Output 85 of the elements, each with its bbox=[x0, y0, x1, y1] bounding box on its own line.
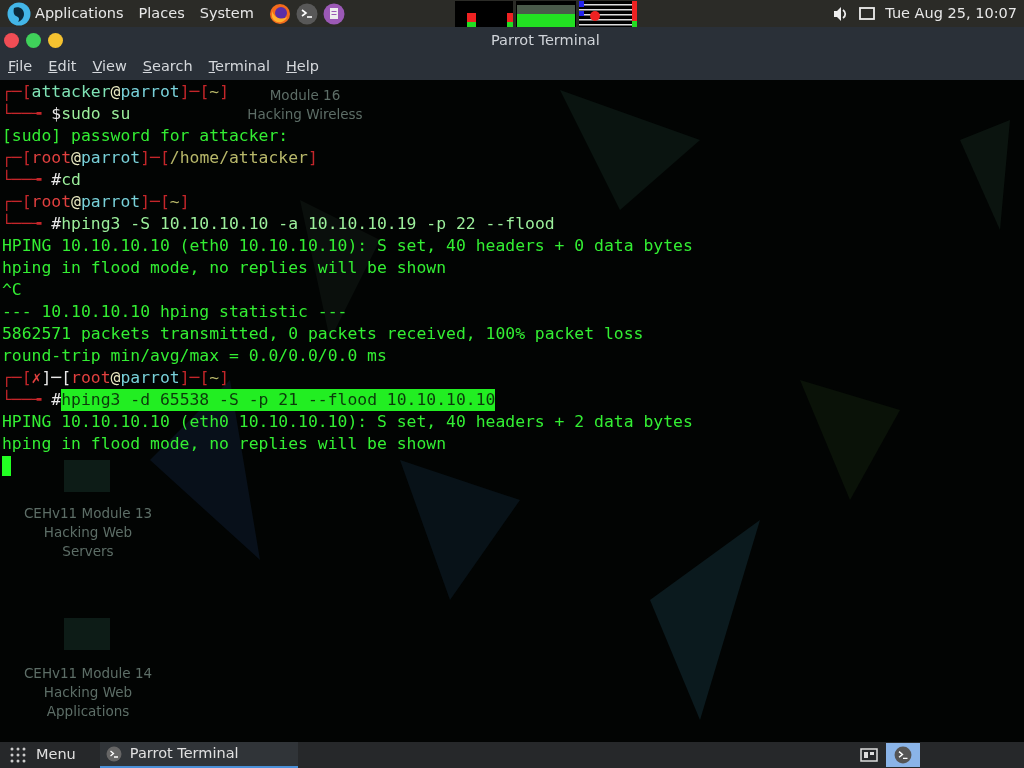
prompt-at: @ bbox=[110, 367, 121, 389]
output-line: HPING 10.10.10.10 (eth0 10.10.10.10): S set, 40 headers + 2 data bytes bbox=[2, 412, 693, 431]
prompt-frame: ] bbox=[219, 81, 229, 103]
task-button[interactable]: Parrot Terminal bbox=[99, 742, 298, 768]
prompt-frame: ] bbox=[219, 367, 230, 389]
app-grid-icon bbox=[10, 747, 26, 763]
output-line: hping in flood mode, no replies will be shown bbox=[2, 434, 447, 453]
prompt-frame: └──╼ bbox=[2, 169, 52, 191]
prompt-frame: ]─[ bbox=[179, 367, 210, 389]
memory-graph-icon bbox=[515, 0, 576, 27]
error-mark: ✗ bbox=[31, 367, 42, 389]
terminal-launcher[interactable] bbox=[886, 743, 920, 767]
output-line: HPING 10.10.10.10 (eth0 10.10.10.10): S set, 40 headers + 0 data bytes bbox=[2, 236, 693, 255]
command-text: cd bbox=[61, 169, 81, 191]
clock[interactable]: Tue Aug 25, 10:07 bbox=[885, 2, 1017, 25]
desktop-icon-label[interactable]: CEHv11 Module 14 Hacking Web Applications bbox=[18, 664, 158, 721]
prompt-path: ~ bbox=[209, 81, 220, 103]
output-line: 5862571 packets transmitted, 0 packets received, 100% packet loss bbox=[2, 324, 644, 343]
cursor bbox=[2, 456, 11, 476]
desktop-icon-label[interactable]: CEHv11 Module 13 Hacking Web Servers bbox=[18, 504, 158, 561]
prompt-frame: ┌─[ bbox=[2, 191, 32, 213]
prompt-path: ~ bbox=[169, 191, 180, 213]
prompt-frame: └──╼ bbox=[2, 213, 52, 235]
prompt-user: root bbox=[31, 147, 72, 169]
workspace-icon[interactable] bbox=[860, 747, 878, 763]
prompt-user: root bbox=[31, 191, 72, 213]
prompt-frame: ┌─[ bbox=[2, 367, 32, 389]
menu-item[interactable]: Edit bbox=[48, 56, 77, 78]
close-button[interactable] bbox=[4, 33, 19, 48]
display-icon[interactable] bbox=[859, 6, 876, 21]
text-editor-icon[interactable] bbox=[322, 2, 345, 25]
output-line: [sudo] password for attacker: bbox=[2, 126, 289, 145]
prompt-host: parrot bbox=[120, 367, 180, 389]
output-line: hping in flood mode, no replies will be shown bbox=[2, 258, 447, 277]
prompt-frame: └──╼ bbox=[2, 389, 52, 411]
prompt-symbol: # bbox=[51, 169, 62, 191]
panel-menu[interactable]: Places bbox=[138, 2, 185, 25]
prompt-at: @ bbox=[71, 191, 81, 213]
output-line: ^C bbox=[2, 280, 22, 299]
prompt-user: root bbox=[71, 367, 111, 389]
prompt-host: parrot bbox=[80, 191, 141, 213]
cpu-graph-icon bbox=[454, 0, 513, 27]
menu-item[interactable]: File bbox=[8, 56, 33, 78]
minimize-button[interactable] bbox=[48, 33, 63, 48]
prompt-frame: ]─[ bbox=[140, 147, 170, 169]
prompt-host: parrot bbox=[80, 147, 141, 169]
command-text: sudo su bbox=[61, 103, 131, 125]
prompt-frame: ] bbox=[179, 191, 190, 213]
prompt-symbol: # bbox=[51, 213, 62, 235]
window-title: Parrot Terminal bbox=[491, 30, 600, 50]
menu-item[interactable]: View bbox=[92, 56, 127, 78]
terminal-icon[interactable] bbox=[295, 2, 318, 25]
prompt-frame: ┌─[ bbox=[2, 147, 32, 169]
prompt-frame: ]─[ bbox=[140, 191, 170, 213]
command-text: hping3 -d 65538 -S -p 21 --flood 10.10.10.10 bbox=[61, 389, 496, 411]
prompt-symbol: # bbox=[51, 389, 62, 411]
command-text: hping3 -S 10.10.10.10 -a 10.10.10.19 -p 22 --flood bbox=[61, 213, 555, 235]
desktop-icon-label[interactable]: Module 16 Hacking Wireless bbox=[240, 86, 370, 124]
network-graph-icon bbox=[578, 0, 637, 27]
output-line: round-trip min/avg/max = 0.0/0.0/0.0 ms bbox=[2, 346, 387, 365]
output-line: --- 10.10.10.10 hping statistic --- bbox=[2, 302, 348, 321]
prompt-host: parrot bbox=[120, 81, 180, 103]
panel-menu[interactable]: Applications bbox=[35, 2, 124, 25]
prompt-symbol: $ bbox=[51, 103, 62, 125]
prompt-at: @ bbox=[110, 81, 121, 103]
terminal-icon bbox=[105, 746, 122, 762]
menu-item[interactable]: Terminal bbox=[208, 56, 270, 78]
firefox-icon[interactable] bbox=[268, 2, 291, 25]
terminal-icon bbox=[894, 746, 912, 764]
maximize-button[interactable] bbox=[26, 33, 41, 48]
prompt-frame: ] bbox=[307, 147, 318, 169]
menu-button[interactable]: Menu bbox=[36, 744, 76, 766]
prompt-path: /home/attacker bbox=[169, 147, 308, 169]
prompt-frame: ]─[ bbox=[179, 81, 210, 103]
prompt-at: @ bbox=[71, 147, 81, 169]
menu-item[interactable]: Search bbox=[142, 56, 193, 78]
prompt-user: attacker bbox=[31, 81, 111, 103]
prompt-path: ~ bbox=[209, 367, 220, 389]
parrot-logo-icon[interactable] bbox=[7, 1, 31, 26]
prompt-frame: ]─[ bbox=[41, 367, 72, 389]
menu-item[interactable]: Help bbox=[285, 56, 319, 78]
prompt-frame: └──╼ bbox=[2, 103, 52, 125]
prompt-frame: ┌─[ bbox=[2, 81, 32, 103]
task-label: Parrot Terminal bbox=[129, 744, 239, 764]
panel-menu[interactable]: System bbox=[199, 2, 254, 25]
